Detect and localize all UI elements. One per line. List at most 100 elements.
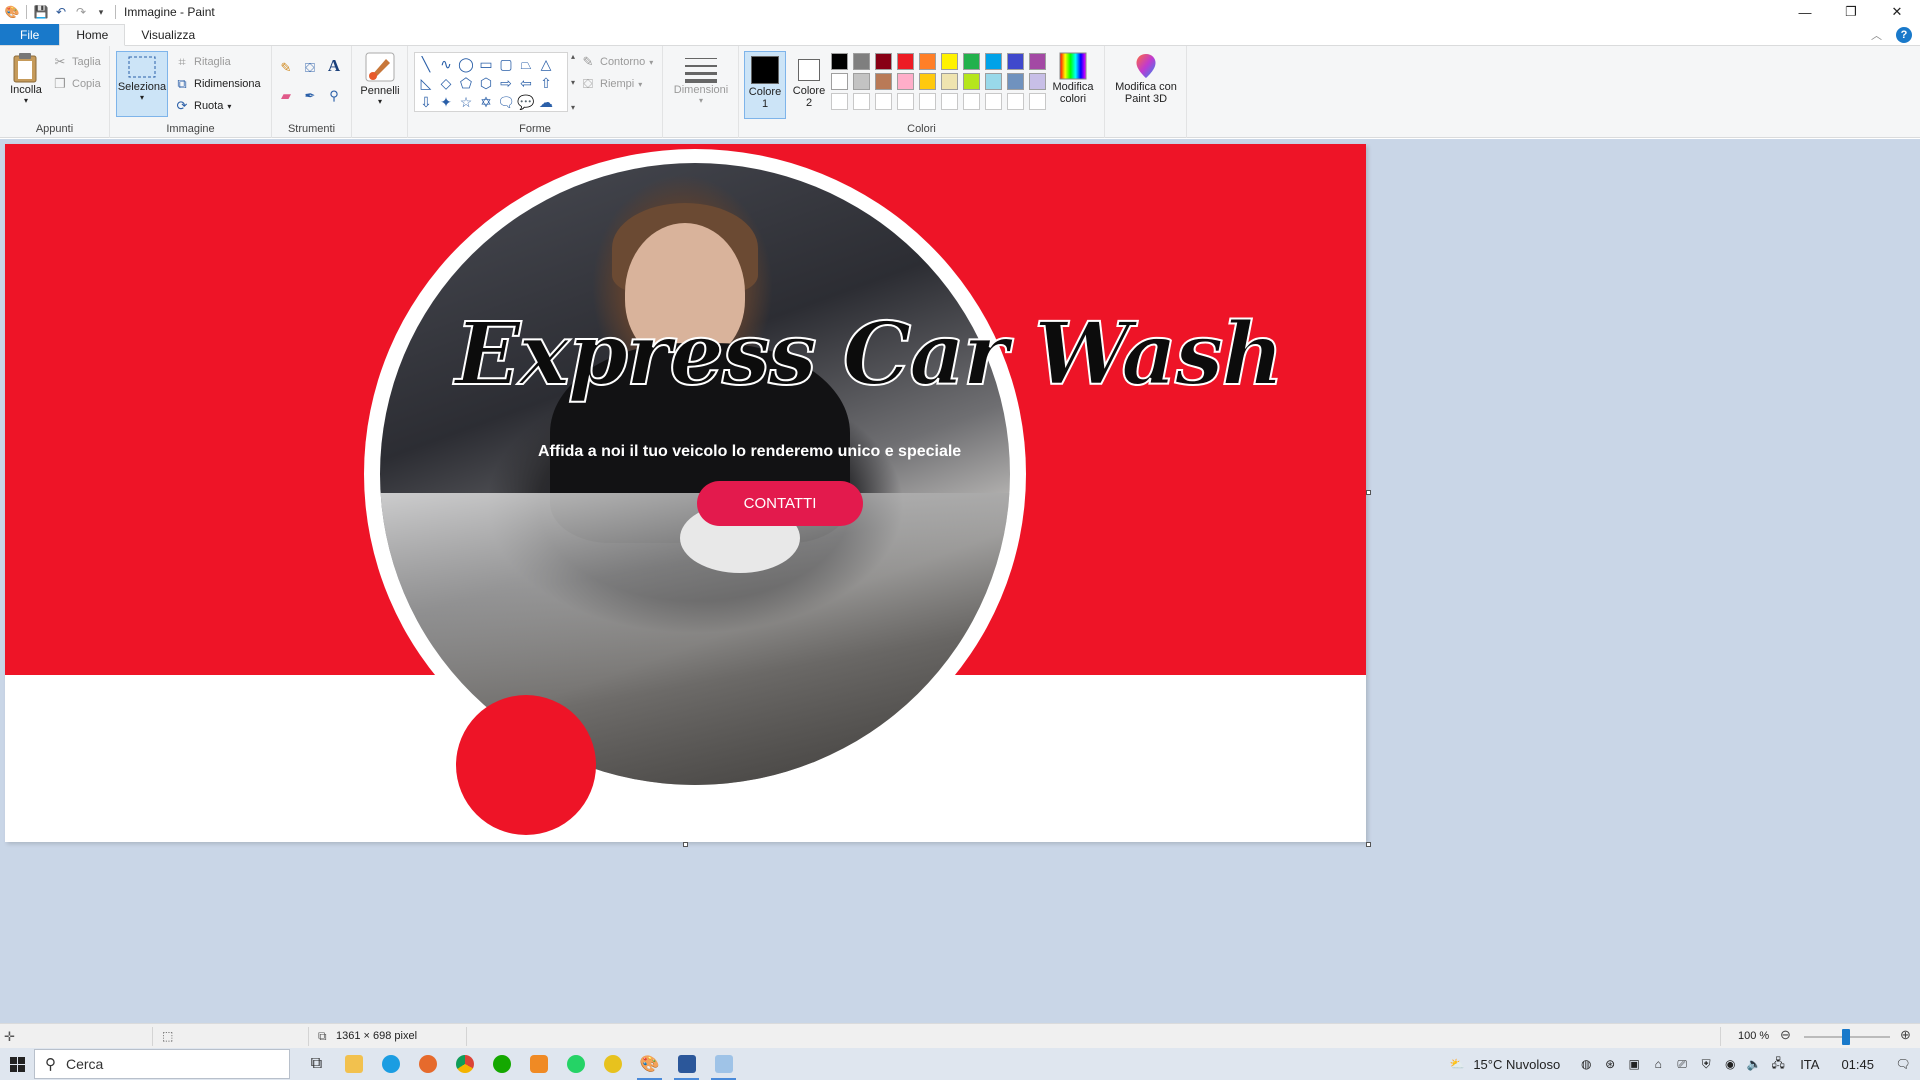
chrome-icon[interactable] bbox=[446, 1048, 483, 1080]
color-swatch[interactable] bbox=[831, 73, 848, 90]
color-swatch[interactable] bbox=[853, 73, 870, 90]
down-arrow-shape-icon[interactable]: ⇩ bbox=[417, 93, 435, 111]
size-button[interactable]: Dimensioni ▾ bbox=[671, 54, 731, 105]
rounded-rect-shape-icon[interactable]: ▢ bbox=[497, 55, 515, 73]
color-swatch[interactable] bbox=[985, 93, 1002, 110]
paste-button[interactable]: Incolla ▾ bbox=[6, 52, 46, 105]
cut-button[interactable]: ✂ Taglia bbox=[52, 54, 101, 70]
tray-edge-icon[interactable]: ◉ bbox=[1718, 1048, 1742, 1080]
zoom-out-icon[interactable]: ⊖ bbox=[1780, 1027, 1791, 1043]
taskbar-search[interactable]: ⚲ Cerca bbox=[34, 1049, 290, 1079]
rect-callout-shape-icon[interactable]: 🗨 bbox=[497, 93, 515, 111]
zoom-slider-thumb[interactable] bbox=[1842, 1029, 1850, 1045]
drawing-canvas[interactable]: Express Car Wash Affida a noi il tuo vei… bbox=[5, 144, 1366, 842]
tray-steam-icon[interactable]: ⊛ bbox=[1598, 1048, 1622, 1080]
color-swatch[interactable] bbox=[963, 53, 980, 70]
shapes-scroll[interactable]: ▴ ▾ ▾ bbox=[568, 52, 578, 112]
fill-bucket-icon[interactable]: ⛋ bbox=[302, 60, 318, 76]
word-icon[interactable] bbox=[668, 1048, 705, 1080]
outline-button[interactable]: ✎ Contorno ▾ bbox=[580, 54, 654, 70]
tray-meet-icon[interactable]: ⎚ bbox=[1670, 1048, 1694, 1080]
paint-taskbar-icon[interactable]: 🎨 bbox=[631, 1048, 668, 1080]
triangle-shape-icon[interactable]: △ bbox=[537, 55, 555, 73]
paint-app-icon[interactable]: 🎨 bbox=[2, 2, 22, 22]
right-triangle-shape-icon[interactable]: ◺ bbox=[417, 74, 435, 92]
color-swatch[interactable] bbox=[985, 53, 1002, 70]
color-swatch[interactable] bbox=[985, 73, 1002, 90]
color-swatch[interactable] bbox=[1007, 53, 1024, 70]
color-swatch[interactable] bbox=[963, 93, 980, 110]
oval-callout-shape-icon[interactable]: 💬 bbox=[517, 93, 535, 111]
color-swatch[interactable] bbox=[1007, 93, 1024, 110]
restore-button[interactable]: ❐ bbox=[1828, 0, 1874, 24]
polygon-shape-icon[interactable]: ⏢ bbox=[517, 55, 535, 73]
customize-qat-icon[interactable]: ▾ bbox=[91, 2, 111, 22]
color-swatch[interactable] bbox=[963, 73, 980, 90]
minimize-button[interactable]: — bbox=[1782, 0, 1828, 24]
resize-button[interactable]: ⧉ Ridimensiona bbox=[174, 76, 260, 92]
edit-colors-button[interactable]: Modifica colori bbox=[1043, 51, 1103, 105]
gallery-expand-icon[interactable]: ▾ bbox=[571, 103, 575, 112]
undo-icon[interactable]: ↶ bbox=[51, 2, 71, 22]
color-swatch[interactable] bbox=[919, 73, 936, 90]
crop-button[interactable]: ⌗ Ritaglia bbox=[174, 54, 230, 70]
magnifier-icon[interactable]: ⚲ bbox=[326, 88, 342, 104]
resize-handle-right[interactable] bbox=[1366, 490, 1371, 495]
color-swatch[interactable] bbox=[941, 73, 958, 90]
start-button[interactable] bbox=[0, 1048, 34, 1080]
volume-icon[interactable]: 🔈 bbox=[1742, 1048, 1766, 1080]
upwork-icon[interactable] bbox=[483, 1048, 520, 1080]
weather-text[interactable]: 15°C Nuvoloso bbox=[1469, 1057, 1574, 1072]
media-player-icon[interactable] bbox=[520, 1048, 557, 1080]
color1-button[interactable]: Colore 1 bbox=[744, 51, 786, 119]
redo-icon[interactable]: ↷ bbox=[71, 2, 91, 22]
tray-app-icon[interactable]: ◍ bbox=[1574, 1048, 1598, 1080]
tab-view[interactable]: Visualizza bbox=[125, 24, 211, 45]
hexagon-shape-icon[interactable]: ⬡ bbox=[477, 74, 495, 92]
tray-security-icon[interactable]: ⛨ bbox=[1694, 1048, 1718, 1080]
app-yellow-icon[interactable] bbox=[594, 1048, 631, 1080]
weather-icon[interactable]: ⛅ bbox=[1445, 1048, 1469, 1080]
line-shape-icon[interactable]: ╲ bbox=[417, 55, 435, 73]
scroll-down-icon[interactable]: ▾ bbox=[571, 78, 575, 87]
whatsapp-icon[interactable] bbox=[557, 1048, 594, 1080]
color-swatch[interactable] bbox=[875, 93, 892, 110]
tray-usb-icon[interactable]: ⌂ bbox=[1646, 1048, 1670, 1080]
save-icon[interactable]: 💾 bbox=[31, 2, 51, 22]
file-explorer-icon[interactable] bbox=[335, 1048, 372, 1080]
copy-button[interactable]: ❐ Copia bbox=[52, 76, 101, 92]
resize-handle-bottom[interactable] bbox=[683, 842, 688, 847]
zoom-in-icon[interactable]: ⊕ bbox=[1900, 1027, 1911, 1043]
color-swatch[interactable] bbox=[831, 53, 848, 70]
right-arrow-shape-icon[interactable]: ⇨ bbox=[497, 74, 515, 92]
eraser-icon[interactable]: ▰ bbox=[278, 88, 294, 104]
left-arrow-shape-icon[interactable]: ⇦ bbox=[517, 74, 535, 92]
color-swatch[interactable] bbox=[1007, 73, 1024, 90]
select-button[interactable]: Seleziona ▾ bbox=[116, 51, 168, 117]
clock[interactable]: 01:45 bbox=[1829, 1057, 1886, 1072]
cloud-callout-shape-icon[interactable]: ☁ bbox=[537, 93, 555, 111]
color-swatch[interactable] bbox=[919, 53, 936, 70]
five-point-star-shape-icon[interactable]: ☆ bbox=[457, 93, 475, 111]
six-point-star-shape-icon[interactable]: ✡ bbox=[477, 93, 495, 111]
up-arrow-shape-icon[interactable]: ⇧ bbox=[537, 74, 555, 92]
close-button[interactable]: ✕ bbox=[1874, 0, 1920, 24]
canvas-workspace[interactable]: Express Car Wash Affida a noi il tuo vei… bbox=[0, 139, 1920, 1023]
help-icon[interactable]: ? bbox=[1896, 26, 1912, 43]
color-swatch[interactable] bbox=[919, 93, 936, 110]
color-swatch[interactable] bbox=[875, 73, 892, 90]
color-swatch[interactable] bbox=[941, 53, 958, 70]
color-swatch[interactable] bbox=[853, 53, 870, 70]
fill-button[interactable]: ⛋ Riempi ▾ bbox=[580, 76, 642, 92]
notifications-icon[interactable]: 🗨 bbox=[1886, 1048, 1920, 1080]
rectangle-shape-icon[interactable]: ▭ bbox=[477, 55, 495, 73]
task-view-icon[interactable]: ⧉ bbox=[298, 1048, 335, 1080]
network-icon[interactable]: 🖧 bbox=[1766, 1048, 1790, 1080]
color-swatch[interactable] bbox=[897, 53, 914, 70]
color-swatch[interactable] bbox=[853, 93, 870, 110]
tab-file[interactable]: File bbox=[0, 24, 60, 45]
oval-shape-icon[interactable]: ◯ bbox=[457, 55, 475, 73]
collapse-ribbon-icon[interactable]: ︿ bbox=[1871, 27, 1882, 43]
tray-nvidia-icon[interactable]: ▣ bbox=[1622, 1048, 1646, 1080]
text-tool-icon[interactable]: A bbox=[326, 56, 342, 75]
